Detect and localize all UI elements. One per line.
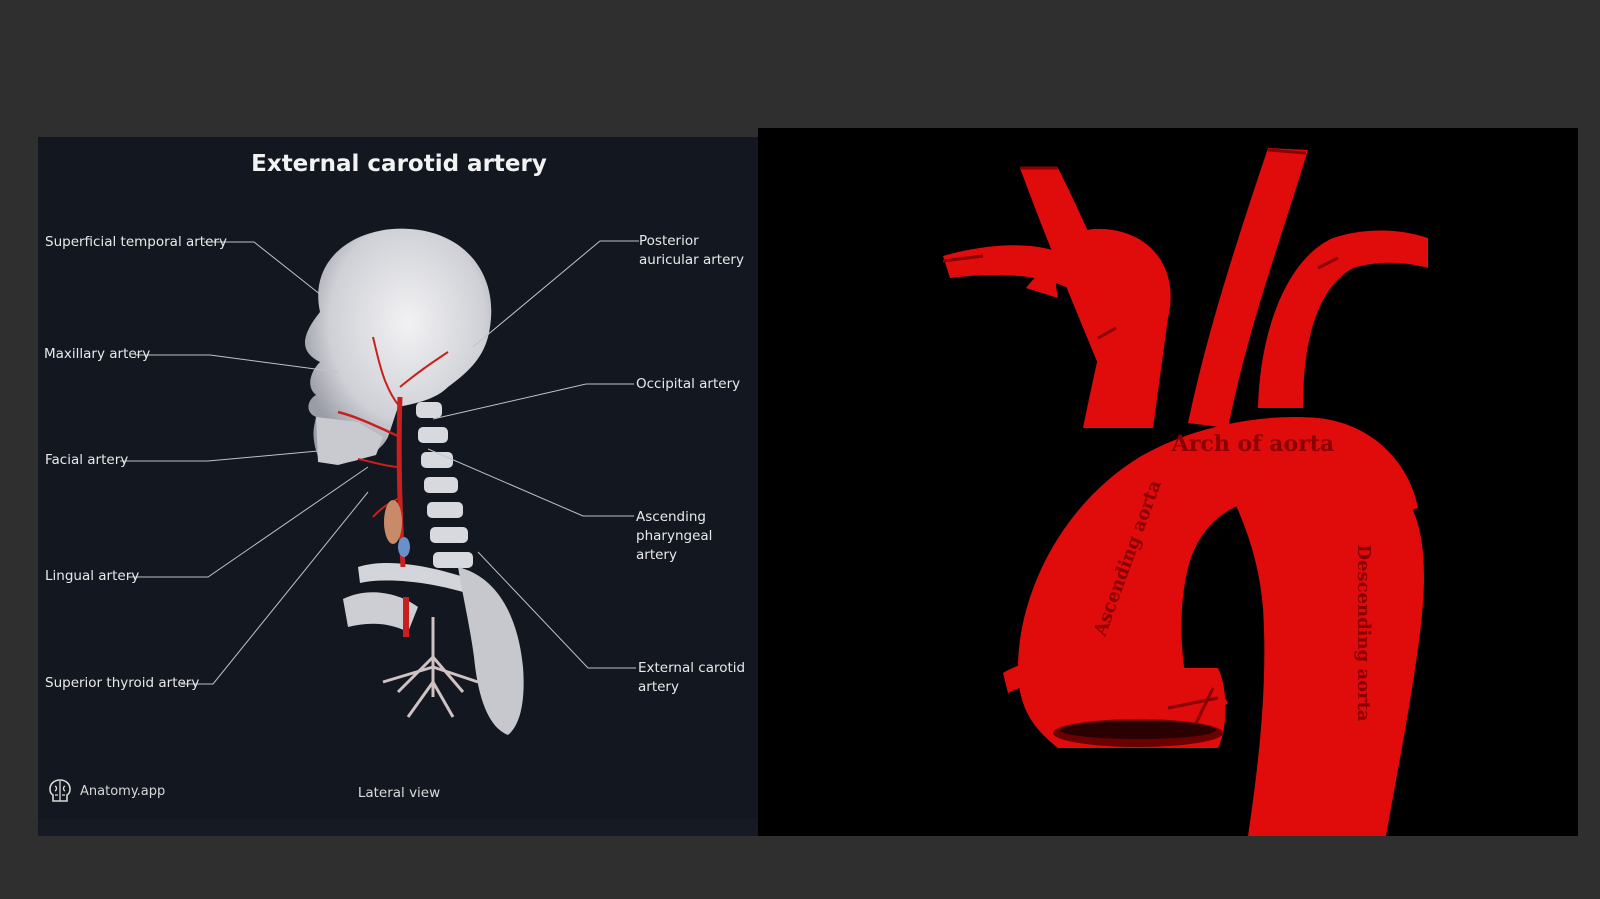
label-maxillary-artery: Maxillary artery: [44, 346, 151, 362]
label-ascending-pharyngeal-artery: Ascending pharyngeal artery: [636, 509, 713, 563]
aortic-arch-panel: Arch of aorta Ascending aorta Descending…: [758, 128, 1578, 836]
aorta-illustration: Arch of aorta Ascending aorta Descending…: [942, 148, 1428, 836]
view-caption: Lateral view: [357, 785, 441, 801]
external-carotid-panel: External carotid artery Superficial temp…: [38, 137, 760, 819]
label-occipital-artery: Occipital artery: [636, 376, 741, 392]
label-lingual-artery: Lingual artery: [45, 568, 140, 584]
trachea: [398, 537, 410, 557]
label-posterior-auricular-artery: Posterior auricular artery: [639, 233, 744, 268]
label-superior-thyroid-artery: Superior thyroid artery: [45, 675, 200, 691]
label-facial-artery: Facial artery: [45, 452, 129, 468]
thyroid-gland: [384, 500, 402, 544]
scapula: [458, 567, 524, 735]
label-external-carotid-artery: External carotid artery: [638, 660, 746, 695]
panel-shadow: [38, 819, 760, 836]
bronchial-tree: [382, 617, 479, 718]
cervical-spine: [416, 402, 473, 568]
label-descending-aorta: Descending aorta: [1353, 544, 1374, 722]
label-superficial-temporal-artery: Superficial temporal artery: [45, 234, 227, 250]
label-arch-of-aorta: Arch of aorta: [1171, 431, 1334, 457]
